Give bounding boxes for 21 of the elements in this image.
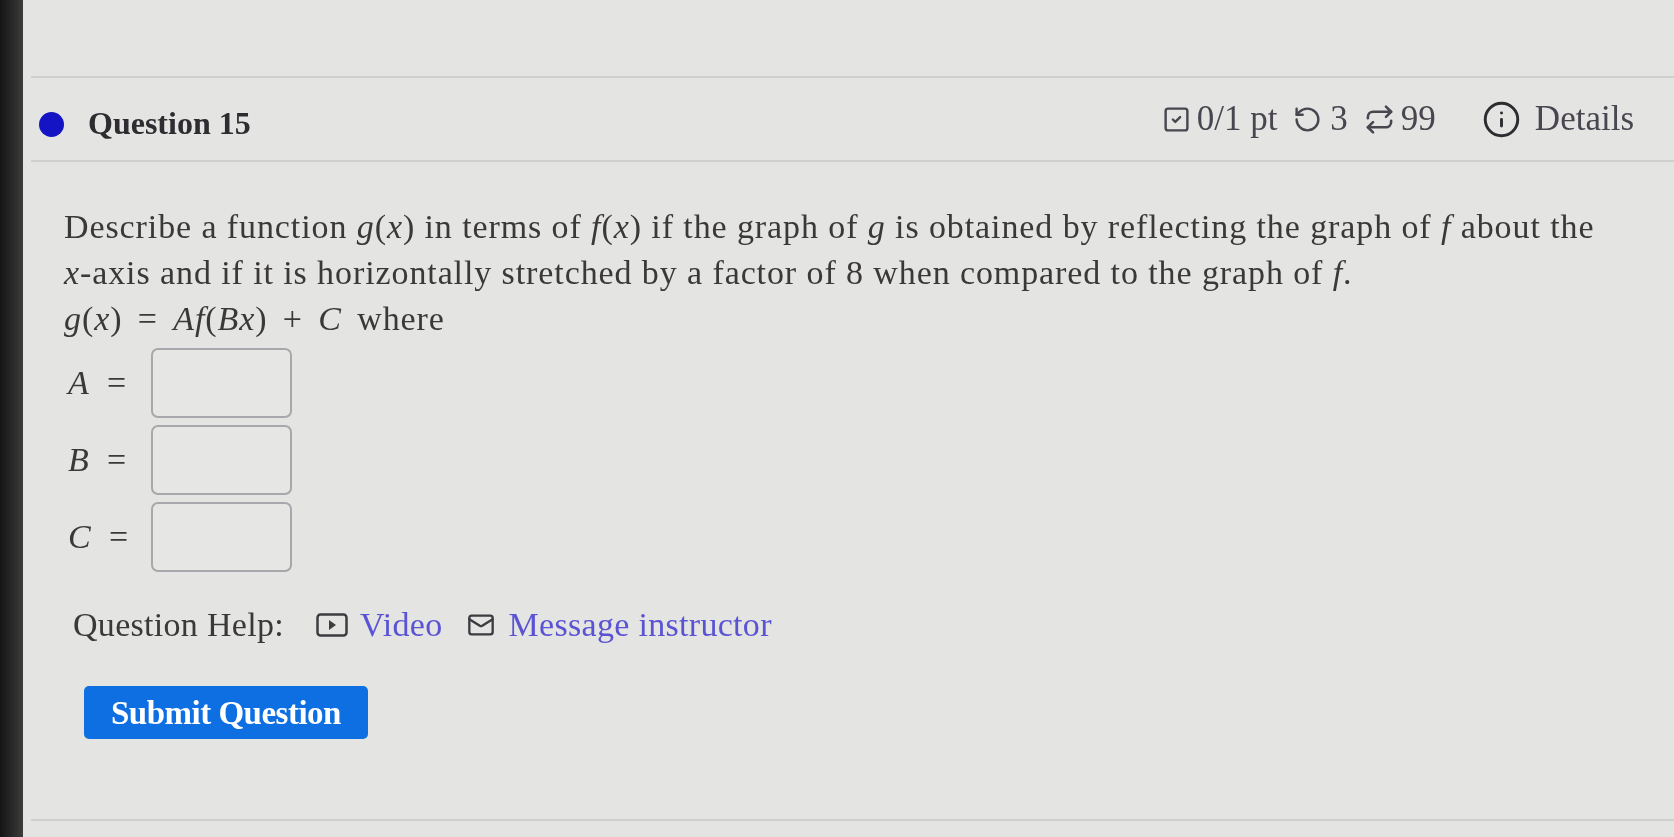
- formula-text: g(x) = Af(Bx) + C where: [64, 299, 445, 339]
- answer-box[interactable]: [151, 348, 292, 418]
- answer-label: C =: [67, 517, 131, 557]
- help-link[interactable]: Message instructor: [464, 602, 772, 648]
- score-text: 0/1 pt: [1196, 97, 1278, 140]
- tries-count: 3: [1330, 97, 1348, 140]
- answer-box[interactable]: [151, 425, 292, 495]
- regens-count: 99: [1400, 97, 1436, 140]
- answer-label: A =: [65, 363, 129, 403]
- counterclockwise-arrow-icon: [1293, 104, 1323, 134]
- info-icon: [1481, 99, 1521, 139]
- help-link[interactable]: Video: [316, 602, 443, 648]
- answer-box[interactable]: [151, 502, 292, 572]
- submit-button[interactable]: Submit Question: [84, 686, 368, 739]
- answer-label: B =: [67, 440, 129, 480]
- question-prompt: Describe a function g(x) in terms of f(x) if the graph of g is obtained by reflecting the graph of f about the x-axis and if it is horizontally stretched by a factor of 8 when compared to the graph of f.: [64, 207, 1596, 293]
- help-label: Question Help:: [73, 605, 284, 645]
- details-button[interactable]: Details: [1481, 92, 1634, 146]
- question-title: Question 15: [88, 104, 251, 143]
- checkbox-tick-icon: [1161, 104, 1191, 134]
- play-icon: [316, 613, 348, 637]
